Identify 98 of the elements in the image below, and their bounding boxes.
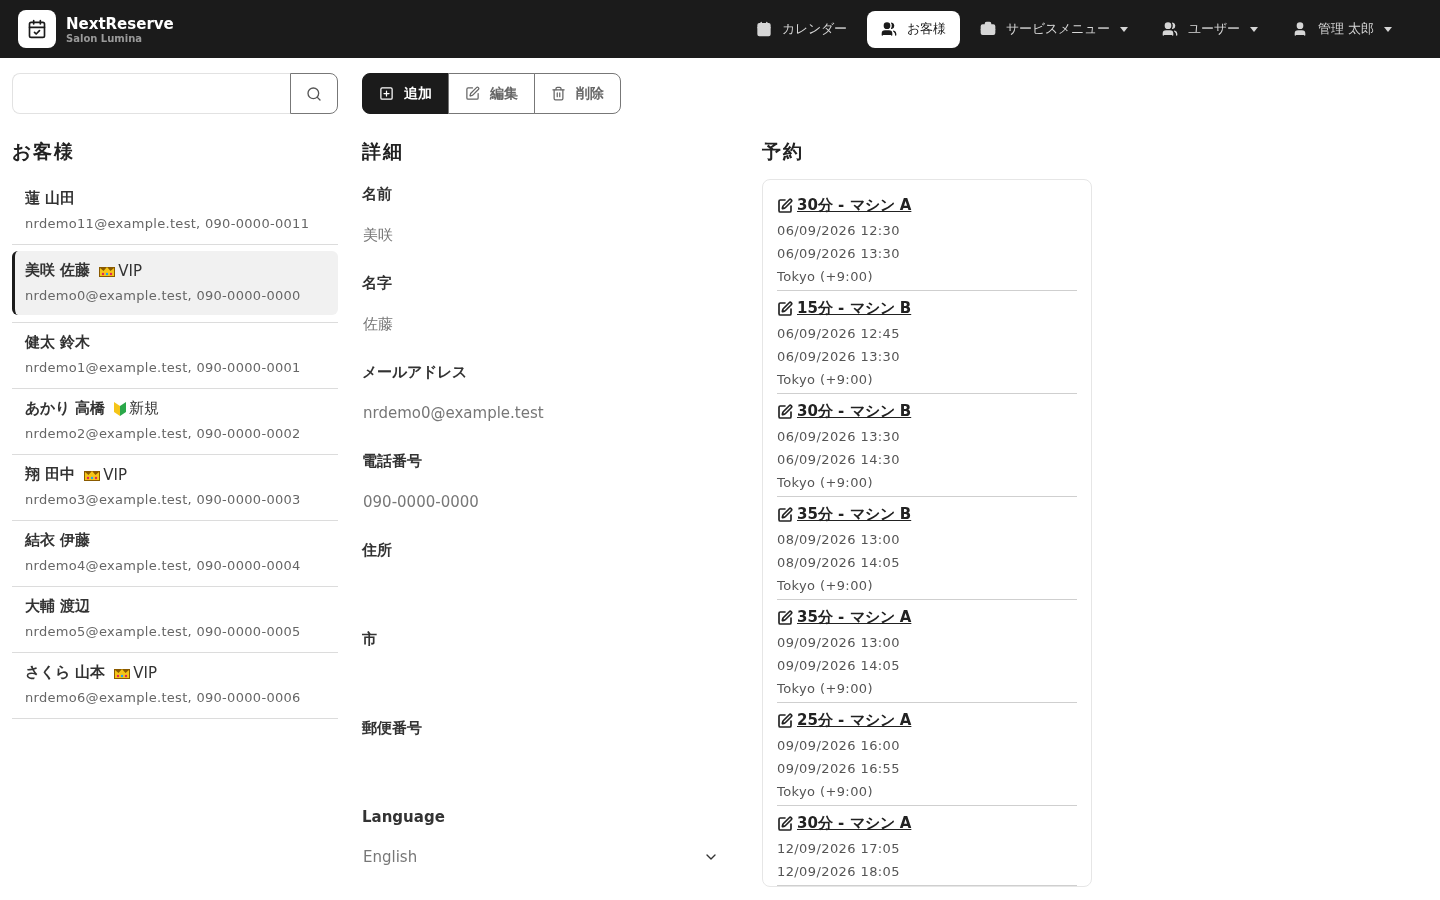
customer-contact: nrdemo1@example.test, 090-0000-0001 [25,360,302,375]
appointment-end: 06/09/2026 13:30 [777,246,901,261]
nav-item[interactable]: 管理 太郎 [1277,10,1406,48]
nav-item[interactable]: お客様 [866,10,960,48]
edit-icon [777,712,793,729]
edit-icon [777,403,793,420]
language-select[interactable]: English [362,842,720,872]
appointment-link[interactable]: 15分 - マシン B [777,299,1077,318]
section-title: 詳細 [362,139,405,164]
customer-name: さくら 山本 [25,663,106,682]
logo-icon [18,10,56,48]
customer-name: 翔 田中 [25,465,76,484]
appointment-timezone: Tokyo (+9:00) [777,269,874,284]
customer-name: 結衣 伊藤 [25,531,91,550]
field-label: Language [362,808,446,826]
appointment-end: 12/09/2026 18:05 [777,864,901,879]
field-label: 市 [362,630,378,649]
appointment-start: 09/09/2026 16:00 [777,738,901,753]
field-label: 郵便番号 [362,719,423,738]
customer-item[interactable]: 健太 鈴木 nrdemo1@example.test, 090-0000-0001 [12,323,338,387]
customer-name: 蓮 山田 [25,189,76,208]
brand-subtitle: Salon Lumina [66,32,144,44]
customer-tag: VIP [118,261,142,280]
edit-button[interactable]: 編集 [448,73,535,114]
edit-icon [465,86,480,101]
appointment-timezone: Tokyo (+9:00) [777,681,874,696]
appointment-end: 06/09/2026 14:30 [777,452,901,467]
add-button[interactable]: 追加 [362,73,449,114]
appointment-end: 08/09/2026 14:05 [777,555,901,570]
customer-item[interactable]: 翔 田中 VIP nrdemo3@example.test, 090-0000-0003 [12,455,338,519]
field-value: nrdemo0@example.test [362,404,545,422]
appointment-end: 09/09/2026 16:55 [777,761,901,776]
appointment-end: 06/09/2026 13:30 [777,349,901,364]
customer-item[interactable]: 大輔 渡辺 nrdemo5@example.test, 090-0000-0005 [12,587,338,651]
customer-tag: VIP [103,465,127,484]
customer-item[interactable]: 蓮 山田 nrdemo11@example.test, 090-0000-0011 [12,179,338,243]
customer-name: 大輔 渡辺 [25,597,91,616]
field-label: 名前 [362,185,393,204]
nav-item[interactable]: サービスメニュー [965,10,1142,48]
customer-tag: VIP [133,663,157,682]
users-icon [880,21,897,37]
appointment-link[interactable]: 30分 - マシン A [777,814,1077,833]
appointment-timezone: Tokyo (+9:00) [777,372,874,387]
edit-icon [777,506,793,523]
users-icon [1161,21,1178,37]
customer-contact: nrdemo3@example.test, 090-0000-0003 [25,492,302,507]
edit-icon [777,815,793,832]
appointment-link[interactable]: 25分 - マシン A [777,711,1077,730]
field-value: 佐藤 [362,315,394,334]
appointment-start: 06/09/2026 12:45 [777,326,901,341]
search-icon [306,85,322,102]
edit-icon [777,300,793,317]
trash-icon [551,86,566,101]
customer-tag: 新規 [129,399,160,418]
edit-icon [777,197,793,214]
brand-name: NextReserve [66,14,174,33]
appointment-end: 09/09/2026 14:05 [777,658,901,673]
edit-icon [777,609,793,626]
customer-contact: nrdemo6@example.test, 090-0000-0006 [25,690,302,705]
field-label: メールアドレス [362,363,468,382]
customer-item[interactable]: さくら 山本 VIP nrdemo6@example.test, 090-0000-0006 [12,653,338,717]
customer-name: 美咲 佐藤 [25,261,91,280]
appointment-start: 08/09/2026 13:00 [777,532,901,547]
customer-contact: nrdemo4@example.test, 090-0000-0004 [25,558,302,573]
appointment-timezone: Tokyo (+9:00) [777,578,874,593]
appointment-link[interactable]: 30分 - マシン A [777,196,1077,215]
search-field[interactable] [12,73,290,114]
appointment-start: 06/09/2026 13:30 [777,429,901,444]
appointment-start: 09/09/2026 13:00 [777,635,901,650]
nav-item[interactable]: カレンダー [741,10,861,48]
appointment-link[interactable]: 30分 - マシン B [777,402,1077,421]
beginner-mark-icon [113,400,128,417]
customer-contact: nrdemo2@example.test, 090-0000-0002 [25,426,302,441]
customer-contact: nrdemo0@example.test, 090-0000-0000 [25,288,302,303]
nav-item[interactable]: ユーザー [1147,10,1272,48]
customer-name: あかり 高橋 [25,399,106,418]
customer-contact: nrdemo5@example.test, 090-0000-0005 [25,624,302,639]
field-value: 美咲 [362,226,394,245]
section-title: 予約 [762,139,805,164]
appointment-start: 12/09/2026 17:05 [777,841,901,856]
appointment-link[interactable]: 35分 - マシン A [777,608,1077,627]
plus-icon [379,86,394,101]
field-value: 090-0000-0000 [362,493,480,511]
search-button[interactable] [290,73,338,114]
field-label: 電話番号 [362,452,423,471]
field-label: 住所 [362,541,393,560]
field-label: 名字 [362,274,393,293]
customer-item[interactable]: あかり 高橋 新規 nrdemo2@example.test, 090-0000-0002 [12,389,338,453]
appointment-timezone: Tokyo (+9:00) [777,475,874,490]
appointment-link[interactable]: 35分 - マシン B [777,505,1077,524]
appointment-timezone: Tokyo (+9:00) [777,784,874,799]
section-title: お客様 [12,139,76,164]
customer-contact: nrdemo11@example.test, 090-0000-0011 [25,216,311,231]
customer-item[interactable]: 美咲 佐藤 VIP nrdemo0@example.test, 090-0000-0000 [12,251,338,315]
appointment-start: 06/09/2026 12:30 [777,223,901,238]
customer-item[interactable]: 結衣 伊藤 nrdemo4@example.test, 090-0000-0004 [12,521,338,585]
customer-name: 健太 鈴木 [25,333,91,352]
delete-button[interactable]: 削除 [534,73,621,114]
